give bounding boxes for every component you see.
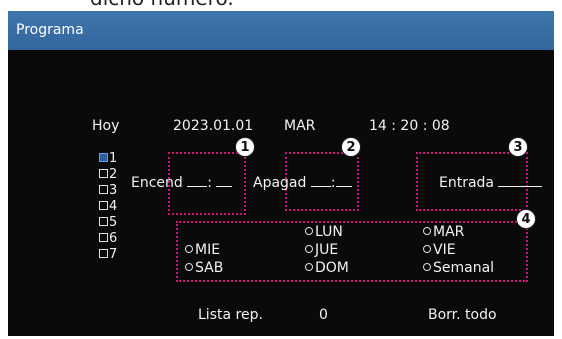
day-mon[interactable]: LUN	[305, 224, 343, 240]
day-sat[interactable]: SAB	[185, 260, 223, 276]
slot-6[interactable]: 6	[99, 232, 117, 246]
checkbox-icon[interactable]	[99, 249, 108, 258]
time-value: 14 : 20 : 08	[369, 118, 450, 134]
checkbox-icon[interactable]	[99, 185, 108, 194]
off-hour-blank[interactable]	[310, 174, 331, 187]
radio-icon	[423, 263, 431, 271]
window-title: Programa	[16, 22, 84, 38]
radio-icon	[423, 245, 431, 253]
playlist-label[interactable]: Lista rep.	[198, 307, 263, 323]
callout-badge-4: 4	[516, 209, 536, 229]
checkbox-icon[interactable]	[99, 153, 108, 162]
day-sun[interactable]: DOM	[305, 260, 349, 276]
input-field[interactable]: Entrada	[439, 174, 543, 191]
day-tue[interactable]: MAR	[423, 224, 464, 240]
slot-7[interactable]: 7	[99, 248, 117, 262]
checkbox-icon[interactable]	[99, 217, 108, 226]
slot-1[interactable]: 1	[99, 152, 117, 166]
checkbox-icon[interactable]	[99, 169, 108, 178]
callout-badge-1: 1	[235, 137, 255, 157]
schedule-screen: Programa Hoy 2023.01.01 MAR 14 : 20 : 08…	[8, 11, 554, 336]
off-minute-blank[interactable]	[335, 174, 352, 187]
day-weekly[interactable]: Semanal	[423, 260, 494, 276]
radio-icon	[305, 245, 313, 253]
radio-icon	[423, 227, 431, 235]
slot-2[interactable]: 2	[99, 168, 117, 182]
radio-icon	[305, 227, 313, 235]
callout-badge-3: 3	[508, 137, 528, 157]
radio-icon	[185, 245, 193, 253]
day-thu[interactable]: JUE	[305, 242, 338, 258]
title-bar: Programa	[8, 11, 554, 50]
checkbox-icon[interactable]	[99, 201, 108, 210]
slot-4[interactable]: 4	[99, 200, 117, 214]
off-time-field[interactable]: Apagad :	[253, 174, 352, 191]
on-minute-blank[interactable]	[216, 174, 233, 187]
day-fri[interactable]: VIE	[423, 242, 456, 258]
day-wed[interactable]: MIE	[185, 242, 220, 258]
input-blank[interactable]	[498, 174, 543, 187]
on-hour-blank[interactable]	[187, 174, 208, 187]
weekday-value: MAR	[284, 118, 316, 134]
radio-icon	[305, 263, 313, 271]
playlist-value[interactable]: 0	[319, 307, 328, 323]
clear-all-button[interactable]: Borr. todo	[428, 307, 497, 323]
on-time-field[interactable]: Encend :	[131, 174, 233, 191]
callout-badge-2: 2	[341, 137, 361, 157]
today-label: Hoy	[92, 118, 120, 134]
date-value: 2023.01.01	[173, 118, 254, 134]
radio-icon	[185, 263, 193, 271]
slot-3[interactable]: 3	[99, 184, 117, 198]
slot-5[interactable]: 5	[99, 216, 117, 230]
checkbox-icon[interactable]	[99, 233, 108, 242]
top-caption: dicho número.	[0, 0, 562, 10]
